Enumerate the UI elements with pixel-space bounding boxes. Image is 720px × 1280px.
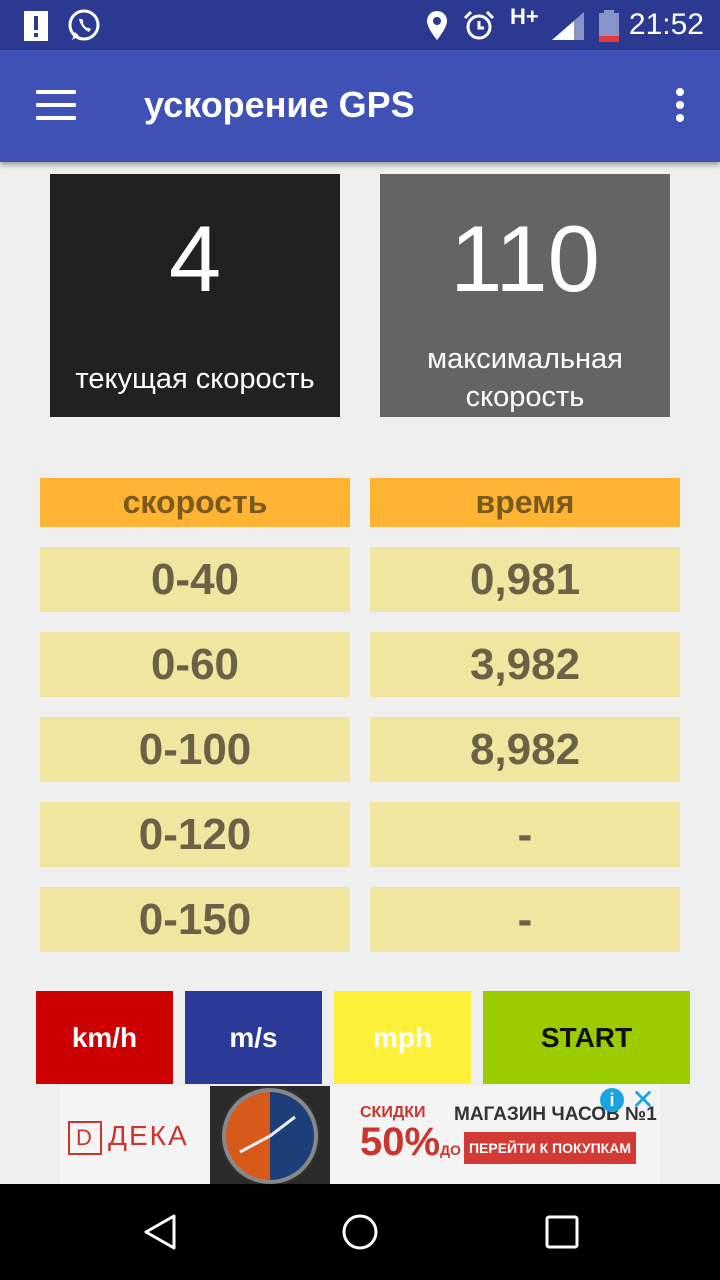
time-column-header: время	[370, 478, 680, 527]
ad-close-icon[interactable]: ✕	[630, 1086, 656, 1114]
back-icon[interactable]	[140, 1212, 180, 1252]
clock: 21:52	[628, 8, 704, 41]
speed-range-cell: 0-150	[40, 887, 350, 952]
speed-range-cell: 0-120	[40, 802, 350, 867]
time-cell: -	[370, 887, 680, 952]
time-cell: 0,981	[370, 547, 680, 612]
ad-discount: СКИДКИ 50%ДО	[360, 1104, 461, 1164]
alert-icon	[24, 11, 48, 41]
start-button[interactable]: START	[483, 991, 690, 1084]
menu-icon[interactable]	[36, 90, 76, 122]
current-speed-value: 4	[168, 206, 222, 311]
more-vert-icon[interactable]	[676, 88, 686, 124]
ad-banner[interactable]: D ДЕКА СКИДКИ 50%ДО МАГАЗИН ЧАСОВ №1 ПЕРЕ…	[60, 1086, 660, 1184]
signal-icon	[552, 12, 584, 40]
mph-button[interactable]: mph	[334, 991, 471, 1084]
battery-icon	[599, 10, 619, 42]
app-bar: ускорение GPS	[0, 50, 720, 162]
current-speed-label: текущая скорость	[75, 363, 315, 395]
speed-range-cell: 0-100	[40, 717, 350, 782]
navigation-bar	[0, 1184, 720, 1280]
time-cell: -	[370, 802, 680, 867]
watch-image	[210, 1086, 330, 1184]
ad-cta-button[interactable]: ПЕРЕЙТИ К ПОКУПКАМ	[464, 1132, 636, 1164]
speed-range-cell: 0-40	[40, 547, 350, 612]
ad-shop-text: МАГАЗИН ЧАСОВ №1	[454, 1104, 657, 1125]
location-icon	[427, 11, 447, 40]
time-cell: 8,982	[370, 717, 680, 782]
ad-brand: D ДЕКА	[68, 1120, 189, 1155]
ad-info-icon[interactable]: i	[600, 1088, 624, 1112]
whatsapp-icon	[68, 9, 100, 41]
page-title: ускорение GPS	[144, 84, 415, 125]
alarm-icon	[463, 10, 495, 40]
ms-button[interactable]: m/s	[185, 991, 322, 1084]
status-bar: H+ 21:52	[0, 0, 720, 50]
home-icon[interactable]	[340, 1212, 380, 1252]
speed-column-header: скорость	[40, 478, 350, 527]
time-cell: 3,982	[370, 632, 680, 697]
current-speed-panel: 4 текущая скорость	[50, 174, 340, 417]
max-speed-value: 110	[450, 206, 600, 311]
recents-icon[interactable]	[542, 1212, 582, 1252]
max-speed-panel: 110 максимальная скорость	[380, 174, 670, 417]
network-h-plus-icon: H+	[510, 4, 539, 29]
max-speed-label: максимальная скорость	[427, 343, 623, 413]
speed-range-cell: 0-60	[40, 632, 350, 697]
kmh-button[interactable]: km/h	[36, 991, 173, 1084]
